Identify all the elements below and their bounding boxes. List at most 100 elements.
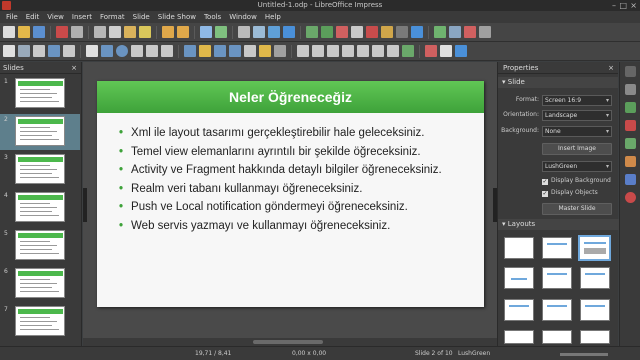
stars-icon[interactable] [259, 45, 271, 57]
slide-thumbnail[interactable]: 5 [0, 228, 80, 264]
filter-icon[interactable] [372, 45, 384, 57]
zoom-icon[interactable] [18, 45, 30, 57]
copy-icon[interactable] [109, 26, 121, 38]
orientation-select[interactable]: Landscape [542, 110, 612, 121]
curve-icon[interactable] [146, 45, 158, 57]
master-slide-select[interactable]: LushGreen [542, 161, 612, 172]
slide-content-list[interactable]: Xml ile layout tasarımı gerçekleştirebil… [119, 124, 479, 235]
chart-icon[interactable] [336, 26, 348, 38]
slide-layout-icon[interactable] [479, 26, 491, 38]
minimize-icon[interactable]: – [612, 0, 616, 11]
menu-help[interactable]: Help [261, 11, 285, 23]
menu-format[interactable]: Format [96, 11, 129, 23]
properties-deck-icon[interactable] [625, 84, 636, 95]
slide-section-header[interactable]: ▾ Slide [498, 77, 618, 88]
rotate-icon[interactable] [297, 45, 309, 57]
styles-icon[interactable] [625, 156, 636, 167]
slide-thumbnail[interactable]: 2 [0, 114, 80, 150]
duplicate-slide-icon[interactable] [449, 26, 461, 38]
callouts-icon[interactable] [244, 45, 256, 57]
master-slides-icon[interactable] [625, 138, 636, 149]
master-slide-button[interactable]: Master Slide [542, 203, 612, 215]
open-folder-icon[interactable] [18, 26, 30, 38]
align-objects-icon[interactable] [312, 45, 324, 57]
crop-icon[interactable] [357, 45, 369, 57]
redo-icon[interactable] [177, 26, 189, 38]
background-select[interactable]: None [542, 126, 612, 137]
insert-image-button[interactable]: Insert Image [542, 143, 612, 155]
menu-edit[interactable]: Edit [22, 11, 44, 23]
connector-icon[interactable] [161, 45, 173, 57]
slide-editing-area[interactable]: Neler Öğreneceğiz Xml ile layout tasarım… [83, 62, 497, 346]
arrow-line-icon[interactable] [131, 45, 143, 57]
print-icon[interactable] [71, 26, 83, 38]
new-document-icon[interactable] [3, 26, 15, 38]
new-slide-icon[interactable] [434, 26, 446, 38]
layout-blank[interactable] [504, 237, 534, 259]
text-box-icon[interactable] [351, 26, 363, 38]
layout-two-content[interactable] [542, 267, 572, 289]
shadow-icon[interactable] [342, 45, 354, 57]
arrange-icon[interactable] [327, 45, 339, 57]
show-draw-functions-icon[interactable] [455, 45, 467, 57]
layout-content-two[interactable] [504, 299, 534, 321]
slide-transition-icon[interactable] [625, 102, 636, 113]
display-background-checkbox[interactable]: ✓ Display Background [542, 177, 611, 185]
layout-centered-text[interactable] [504, 267, 534, 289]
slides-panel-close-icon[interactable]: × [71, 62, 77, 73]
zoom-slider[interactable] [560, 353, 608, 356]
glue-points-icon[interactable] [425, 45, 437, 57]
symbol-shapes-icon[interactable] [199, 45, 211, 57]
ellipse-icon[interactable] [116, 45, 128, 57]
menu-insert[interactable]: Insert [68, 11, 96, 23]
3d-objects-icon[interactable] [274, 45, 286, 57]
format-select[interactable]: Screen 16:9 [542, 95, 612, 106]
block-arrows-icon[interactable] [214, 45, 226, 57]
layout-more-2[interactable] [542, 330, 572, 344]
menu-slide[interactable]: Slide [129, 11, 154, 23]
close-icon[interactable]: × [630, 0, 637, 11]
menu-window[interactable]: Window [225, 11, 261, 23]
grid-icon[interactable] [238, 26, 250, 38]
3d-toggle-icon[interactable] [402, 45, 414, 57]
animation-icon[interactable] [625, 120, 636, 131]
save-icon[interactable] [33, 26, 45, 38]
menu-slide-show[interactable]: Slide Show [154, 11, 200, 23]
export-pdf-icon[interactable] [56, 26, 68, 38]
select-arrow-icon[interactable] [3, 45, 15, 57]
layout-two-content-content[interactable] [542, 299, 572, 321]
points-icon[interactable] [387, 45, 399, 57]
rectangle-icon[interactable] [101, 45, 113, 57]
slide-thumbnail[interactable]: 7 [0, 304, 80, 340]
image-icon[interactable] [321, 26, 333, 38]
toggle-extrusion-icon[interactable] [440, 45, 452, 57]
insert-text-icon[interactable] [33, 45, 45, 57]
basic-shapes-icon[interactable] [184, 45, 196, 57]
media-icon[interactable] [396, 26, 408, 38]
gallery-icon[interactable] [625, 174, 636, 185]
find-replace-icon[interactable] [200, 26, 212, 38]
cut-icon[interactable] [94, 26, 106, 38]
menu-file[interactable]: File [2, 11, 22, 23]
flowchart-icon[interactable] [229, 45, 241, 57]
current-slide[interactable]: Neler Öğreneceğiz Xml ile layout tasarım… [97, 81, 484, 307]
paste-icon[interactable] [124, 26, 136, 38]
navigator-icon[interactable] [625, 192, 636, 203]
properties-close-icon[interactable]: × [608, 62, 614, 73]
spelling-icon[interactable] [215, 26, 227, 38]
slide-thumbnail[interactable]: 3 [0, 152, 80, 188]
layouts-section-header[interactable]: ▾ Layouts [498, 219, 619, 230]
clone-formatting-icon[interactable] [139, 26, 151, 38]
start-first-slide-icon[interactable] [268, 26, 280, 38]
slide-thumbnail[interactable]: 6 [0, 266, 80, 302]
layout-four-content[interactable] [580, 299, 610, 321]
layout-more-3[interactable] [580, 330, 610, 344]
display-grid-icon[interactable] [411, 26, 423, 38]
layout-title-content-selected[interactable] [578, 235, 611, 261]
delete-slide-icon[interactable] [464, 26, 476, 38]
menu-view[interactable]: View [43, 11, 68, 23]
slide-thumbnail[interactable]: 4 [0, 190, 80, 226]
display-views-icon[interactable] [253, 26, 265, 38]
fill-color-icon[interactable] [48, 45, 60, 57]
slide-title[interactable]: Neler Öğreneceğiz [97, 81, 484, 113]
